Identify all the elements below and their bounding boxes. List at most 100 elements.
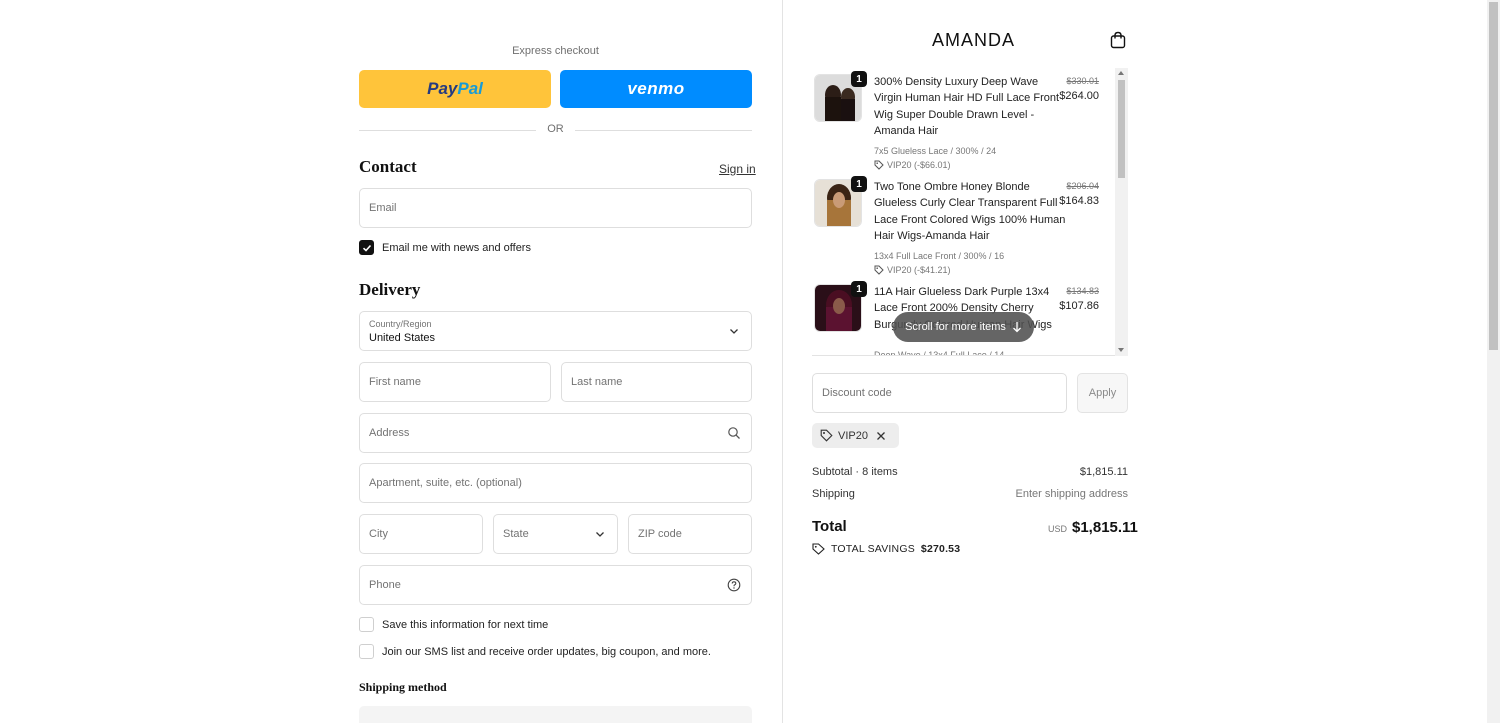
item-variant: 13x4 Full Lace Front / 300% / 16 xyxy=(874,251,1005,261)
venmo-button[interactable]: venmo xyxy=(560,70,752,108)
shipping-row: Shipping Enter shipping address xyxy=(812,488,1128,500)
country-label: Country/Region xyxy=(369,319,432,329)
email-field[interactable]: Email xyxy=(359,188,752,228)
quantity-badge: 1 xyxy=(851,281,867,297)
quantity-badge: 1 xyxy=(851,176,867,192)
help-icon[interactable] xyxy=(727,578,741,592)
item-discount: VIP20 (-$66.01) xyxy=(874,160,951,170)
sms-option[interactable]: Join our SMS list and receive order upda… xyxy=(359,644,711,659)
save-info-checkbox[interactable] xyxy=(359,617,374,632)
state-placeholder: State xyxy=(503,528,529,540)
zip-placeholder: ZIP code xyxy=(638,528,682,540)
news-opt-in[interactable]: Email me with news and offers xyxy=(359,240,531,255)
subtotal-value: $1,815.11 xyxy=(1079,466,1128,478)
item-title: Two Tone Ombre Honey Blonde Glueless Cur… xyxy=(874,181,1066,243)
discount-code-field[interactable]: Discount code xyxy=(812,373,1067,413)
news-checkbox[interactable] xyxy=(359,240,374,255)
subtotal-row: Subtotal · 8 items $1,815.11 xyxy=(812,466,1128,478)
item-original-price: $206.04 xyxy=(1066,181,1099,191)
paypal-logo-part2: Pal xyxy=(457,79,483,98)
tag-icon xyxy=(820,429,833,442)
total-value: $1,815.11 xyxy=(1072,519,1138,536)
state-select[interactable]: State xyxy=(493,514,618,554)
save-info-label: Save this information for next time xyxy=(382,618,549,631)
item-price: $264.00 xyxy=(1059,90,1099,102)
venmo-logo: venmo xyxy=(627,79,685,98)
news-label: Email me with news and offers xyxy=(382,241,531,254)
arrow-down-icon xyxy=(1012,322,1021,333)
item-original-price: $330.01 xyxy=(1066,76,1099,86)
tag-icon xyxy=(874,160,884,170)
tag-icon xyxy=(874,265,884,275)
first-name-field[interactable]: First name xyxy=(359,362,551,402)
total-currency: USD xyxy=(1048,524,1068,534)
contact-heading: Contact xyxy=(359,157,417,176)
last-name-placeholder: Last name xyxy=(571,376,623,388)
apartment-placeholder: Apartment, suite, etc. (optional) xyxy=(369,477,522,489)
city-field[interactable]: City xyxy=(359,514,483,554)
item-title: 300% Density Luxury Deep Wave Virgin Hum… xyxy=(874,76,1060,138)
shipping-method-heading: Shipping method xyxy=(359,680,447,694)
scroll-up-arrow-icon[interactable] xyxy=(1118,71,1124,75)
delivery-heading: Delivery xyxy=(359,280,421,299)
first-name-placeholder: First name xyxy=(369,376,421,388)
or-separator: OR xyxy=(359,123,752,137)
search-icon xyxy=(728,427,740,439)
applied-discount-chip: VIP20 xyxy=(812,423,899,448)
shipping-label: Shipping xyxy=(812,488,855,500)
item-variant: Deep Wave / 13x4 Full Lace / 14 xyxy=(874,350,1005,356)
scrollbar-thumb[interactable] xyxy=(1118,80,1125,178)
last-name-field[interactable]: Last name xyxy=(561,362,752,402)
or-label: OR xyxy=(547,123,564,135)
item-price: $164.83 xyxy=(1059,195,1099,207)
save-info-option[interactable]: Save this information for next time xyxy=(359,617,548,632)
shopping-bag-icon[interactable] xyxy=(1110,31,1126,49)
scroll-down-arrow-icon[interactable] xyxy=(1118,348,1124,352)
check-icon xyxy=(362,244,371,252)
store-logo[interactable]: AMANDA xyxy=(932,30,1015,51)
close-icon[interactable] xyxy=(876,431,886,441)
savings-label: TOTAL SAVINGS xyxy=(831,543,915,555)
total-savings: TOTAL SAVINGS $270.53 xyxy=(812,543,960,555)
cart-scrollbar[interactable] xyxy=(1115,68,1128,356)
paypal-logo-part1: Pay xyxy=(427,79,458,98)
express-checkout-label: Express checkout xyxy=(512,45,599,57)
subtotal-label: Subtotal · 8 items xyxy=(812,466,898,478)
applied-discount-code: VIP20 xyxy=(838,429,868,442)
sign-in-link[interactable]: Sign in xyxy=(719,162,756,176)
phone-field[interactable]: Phone xyxy=(359,565,752,605)
checkout-form-panel: Express checkout Pay Pal venmo OR Contact… xyxy=(0,0,782,723)
email-placeholder: Email xyxy=(369,202,397,214)
separator-line xyxy=(575,130,752,131)
city-placeholder: City xyxy=(369,528,388,540)
sms-checkbox[interactable] xyxy=(359,644,374,659)
country-value: United States xyxy=(369,332,436,344)
address-field[interactable]: Address xyxy=(359,413,752,453)
zip-field[interactable]: ZIP code xyxy=(628,514,752,554)
sms-label: Join our SMS list and receive order upda… xyxy=(382,645,711,658)
country-select[interactable]: Country/Region United States xyxy=(359,311,752,351)
apartment-field[interactable]: Apartment, suite, etc. (optional) xyxy=(359,463,752,503)
tag-icon xyxy=(812,543,825,555)
page-scrollbar-thumb[interactable] xyxy=(1489,2,1498,350)
item-original-price: $134.83 xyxy=(1066,286,1099,296)
chevron-down-icon xyxy=(596,532,604,537)
address-placeholder: Address xyxy=(369,427,410,439)
item-discount-text: VIP20 (-$41.21) xyxy=(887,265,951,275)
shipping-value: Enter shipping address xyxy=(1015,488,1128,500)
paypal-button[interactable]: Pay Pal xyxy=(359,70,551,108)
item-discount-text: VIP20 (-$66.01) xyxy=(887,160,951,170)
page-scrollbar[interactable] xyxy=(1487,0,1500,723)
item-price: $107.86 xyxy=(1059,300,1099,312)
discount-code-placeholder: Discount code xyxy=(822,387,892,399)
shipping-method-box xyxy=(359,706,752,723)
scroll-for-more-button[interactable]: Scroll for more items xyxy=(893,312,1034,342)
phone-placeholder: Phone xyxy=(369,579,401,591)
item-variant: 7x5 Glueless Lace / 300% / 24 xyxy=(874,146,997,156)
total-label: Total xyxy=(812,518,847,535)
item-discount: VIP20 (-$41.21) xyxy=(874,265,951,275)
quantity-badge: 1 xyxy=(851,71,867,87)
apply-discount-button[interactable]: Apply xyxy=(1077,373,1128,413)
chevron-down-icon xyxy=(730,329,738,334)
scroll-hint-label: Scroll for more items xyxy=(905,321,1006,333)
